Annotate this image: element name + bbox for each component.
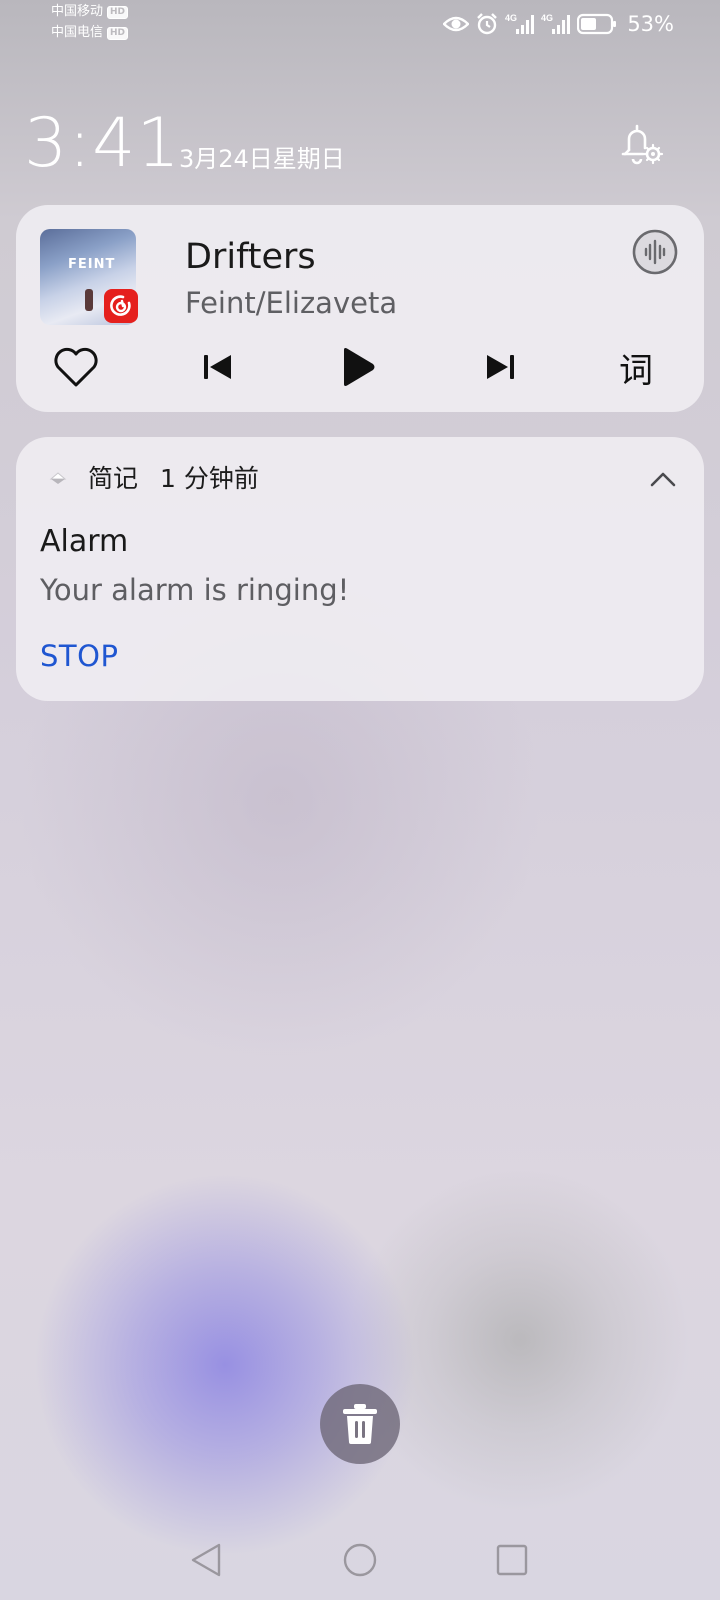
back-icon bbox=[191, 1543, 221, 1577]
hd-badge: HD bbox=[107, 5, 129, 19]
status-icons: 4G 4G 53% bbox=[443, 10, 674, 38]
stop-button[interactable]: STOP bbox=[40, 637, 118, 675]
carrier-2: 中国电信 HD bbox=[51, 25, 129, 41]
alarm-icon bbox=[477, 13, 498, 35]
previous-icon bbox=[204, 355, 231, 379]
recents-button[interactable] bbox=[490, 1538, 534, 1582]
netease-music-icon bbox=[104, 289, 138, 323]
notification-settings-icon[interactable] bbox=[617, 120, 665, 168]
status-bar: 中国移动 HD 中国电信 HD 4G 4G 53% bbox=[0, 0, 720, 50]
audio-output-icon[interactable] bbox=[632, 229, 678, 275]
album-art-figure bbox=[85, 289, 93, 311]
eye-comfort-icon bbox=[443, 16, 470, 32]
notification-body: Your alarm is ringing! bbox=[40, 573, 350, 607]
home-icon bbox=[343, 1543, 377, 1577]
next-button[interactable] bbox=[476, 343, 524, 391]
play-button[interactable] bbox=[334, 343, 382, 391]
clock-date: 3月24日星期日 bbox=[179, 145, 345, 173]
lyrics-button[interactable]: 词 bbox=[612, 343, 660, 391]
back-button[interactable] bbox=[184, 1538, 228, 1582]
carrier-1-label: 中国移动 bbox=[51, 4, 104, 19]
heart-icon bbox=[54, 347, 98, 387]
carrier-1: 中国移动 HD bbox=[51, 4, 129, 20]
alarm-notification-card[interactable]: 简记 1 分钟前 Alarm Your alarm is ringing! ST… bbox=[16, 437, 704, 701]
signal-icon: 4G bbox=[505, 13, 535, 34]
note-app-icon bbox=[49, 472, 67, 484]
network-type-label: 4G bbox=[505, 13, 517, 23]
home-button[interactable] bbox=[338, 1538, 382, 1582]
chevron-up-icon[interactable] bbox=[648, 465, 678, 495]
media-player-card[interactable]: FEINT Drifters Feint/Elizaveta 词 bbox=[16, 205, 704, 412]
notification-time: 1 分钟前 bbox=[160, 464, 259, 493]
play-icon bbox=[344, 348, 375, 386]
next-icon bbox=[487, 355, 514, 379]
hd-badge: HD bbox=[107, 26, 129, 40]
recents-icon bbox=[496, 1544, 528, 1576]
carrier-2-label: 中国电信 bbox=[51, 25, 104, 40]
signal-icon: 4G bbox=[541, 13, 571, 34]
clock-time: 3:41 bbox=[24, 104, 181, 183]
track-artist: Feint/Elizaveta bbox=[185, 286, 398, 320]
track-title: Drifters bbox=[185, 237, 316, 277]
album-art-text: FEINT bbox=[68, 257, 116, 272]
clear-all-button[interactable] bbox=[320, 1384, 400, 1464]
battery-percent: 53% bbox=[627, 12, 674, 36]
previous-button[interactable] bbox=[194, 343, 242, 391]
network-type-label: 4G bbox=[541, 13, 553, 23]
like-button[interactable] bbox=[52, 343, 100, 391]
notification-app-name: 简记 bbox=[88, 464, 139, 493]
battery-icon bbox=[577, 13, 617, 35]
trash-icon bbox=[343, 1404, 377, 1444]
notification-title: Alarm bbox=[40, 524, 129, 559]
